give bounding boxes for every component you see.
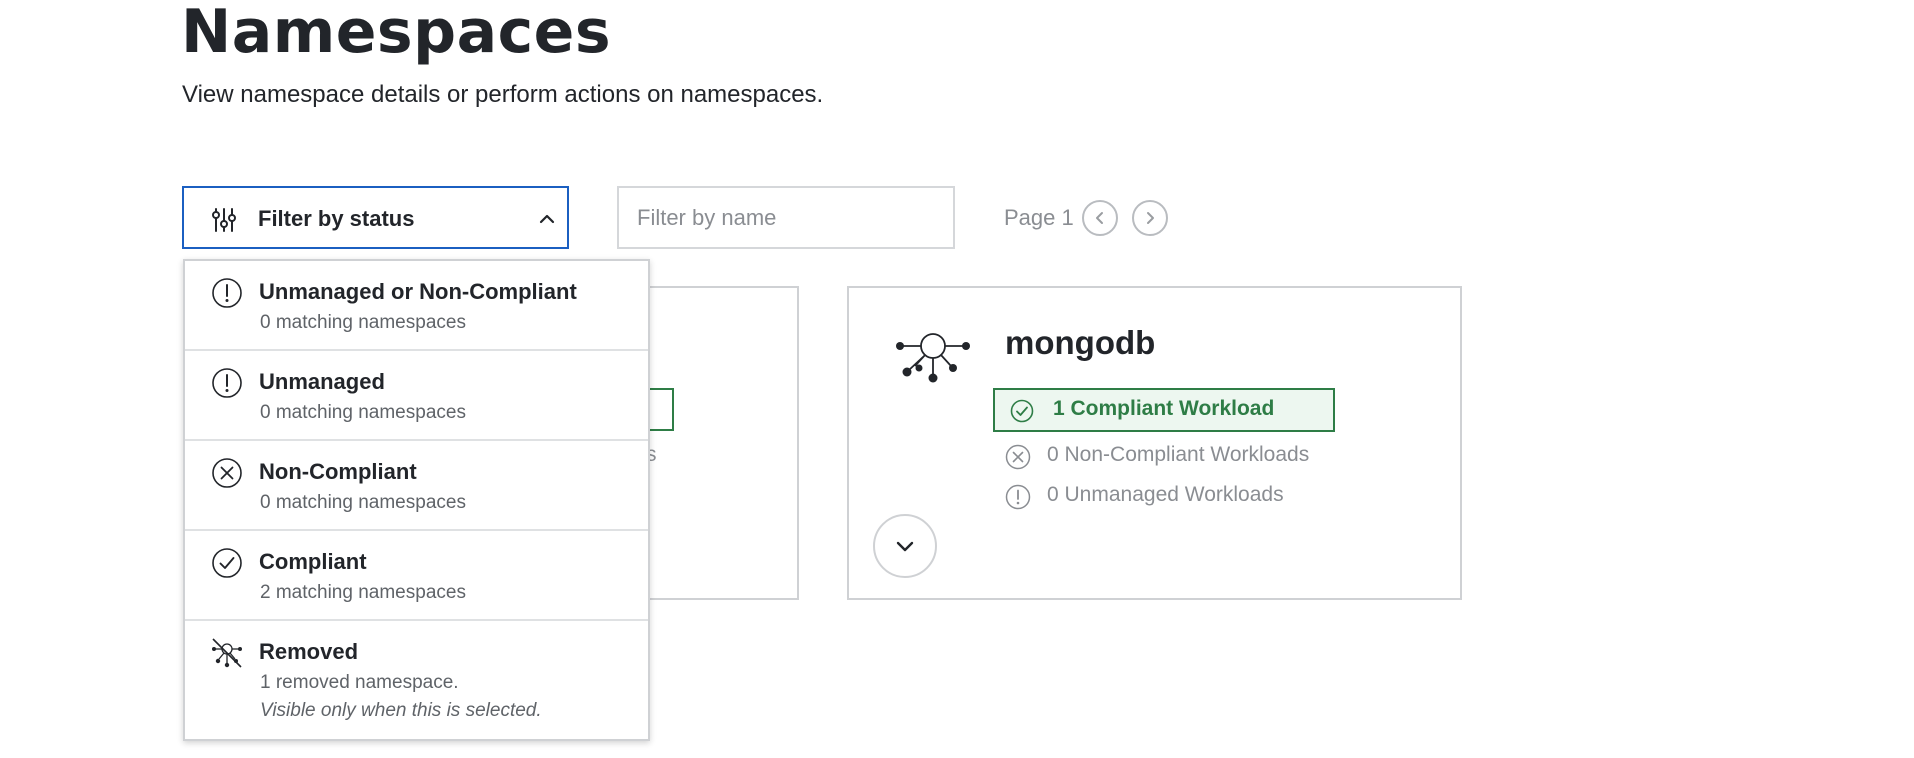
- status-option-count: 1 removed namespace.: [260, 672, 459, 693]
- compliant-workloads-badge: 1 Compliant Workload: [993, 388, 1335, 432]
- status-option-removed[interactable]: Removed 1 removed namespace. Visible onl…: [185, 621, 648, 739]
- status-option-title: Compliant: [259, 549, 367, 574]
- removed-namespace-icon: [212, 638, 242, 668]
- x-circle-icon: [212, 458, 242, 488]
- unmanaged-workloads-text: 0 Unmanaged Workloads: [1047, 483, 1284, 506]
- status-option-title: Unmanaged: [259, 369, 385, 394]
- x-circle-icon: [1005, 444, 1031, 470]
- namespace-name[interactable]: mongodb: [1005, 324, 1155, 362]
- page-indicator: Page 1: [1004, 205, 1074, 230]
- exclamation-circle-icon: [212, 278, 242, 308]
- page-subtitle: View namespace details or perform action…: [182, 81, 824, 108]
- status-option-unmanaged-or-non-compliant[interactable]: Unmanaged or Non-Compliant 0 matching na…: [185, 261, 648, 351]
- chevron-down-icon: [896, 541, 914, 552]
- status-option-count: 2 matching namespaces: [260, 582, 466, 603]
- namespace-network-icon: [896, 333, 970, 383]
- status-option-count: 0 matching namespaces: [260, 492, 466, 513]
- status-option-title: Unmanaged or Non-Compliant: [259, 279, 577, 304]
- expand-card-button[interactable]: [873, 514, 937, 578]
- sliders-icon: [212, 208, 236, 232]
- status-option-unmanaged[interactable]: Unmanaged 0 matching namespaces: [185, 351, 648, 441]
- exclamation-circle-icon: [212, 368, 242, 398]
- status-filter-label: Filter by status: [258, 206, 415, 231]
- chevron-right-icon: [1147, 212, 1154, 224]
- check-circle-icon: [1010, 399, 1034, 423]
- name-filter-input[interactable]: [617, 186, 955, 249]
- status-option-title: Removed: [259, 639, 359, 664]
- status-filter-menu: Unmanaged or Non-Compliant 0 matching na…: [183, 259, 650, 741]
- status-option-title: Non-Compliant: [259, 459, 417, 484]
- namespace-card: mongodb 1 Compliant Workload 0 Non-Compl…: [847, 286, 1462, 600]
- check-circle-icon: [212, 548, 242, 578]
- status-option-count: 0 matching namespaces: [260, 402, 466, 423]
- previous-page-button[interactable]: [1082, 200, 1118, 236]
- chevron-left-icon: [1096, 212, 1103, 224]
- status-option-compliant[interactable]: Compliant 2 matching namespaces: [185, 531, 648, 621]
- non-compliant-workloads-text: 0 Non-Compliant Workloads: [1047, 443, 1310, 466]
- status-filter-dropdown[interactable]: Filter by status: [182, 186, 569, 249]
- compliant-workloads-text: 1 Compliant Workload: [1053, 397, 1275, 420]
- chevron-up-icon: [539, 214, 555, 224]
- exclamation-circle-icon: [1005, 484, 1031, 510]
- status-option-note: Visible only when this is selected.: [260, 700, 542, 721]
- page-title: Namespaces: [181, 0, 612, 67]
- status-option-count: 0 matching namespaces: [260, 312, 466, 333]
- status-option-non-compliant[interactable]: Non-Compliant 0 matching namespaces: [185, 441, 648, 531]
- next-page-button[interactable]: [1132, 200, 1168, 236]
